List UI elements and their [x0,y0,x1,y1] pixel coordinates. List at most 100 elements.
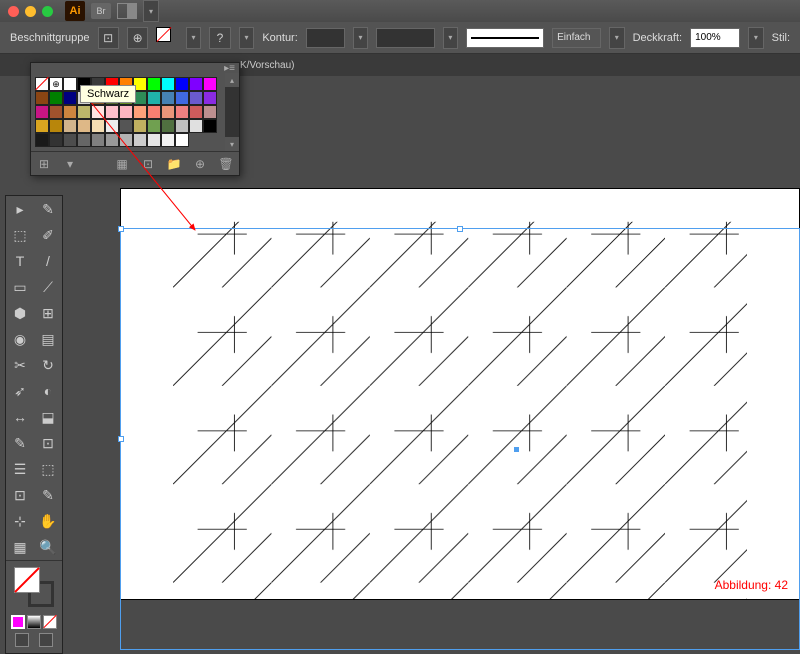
tool-button[interactable]: ⊡ [34,430,62,456]
stroke-weight-dropdown[interactable]: ▾ [353,27,369,49]
tool-button[interactable]: ✎ [34,482,62,508]
swatch[interactable] [35,119,49,133]
swatch[interactable] [91,133,105,147]
swatch-menu-icon[interactable]: ▾ [61,155,79,173]
swatch[interactable] [119,133,133,147]
swatch-scrollbar[interactable]: ▴ ▾ [225,73,239,151]
tool-button[interactable]: ⊞ [34,300,62,326]
tool-button[interactable]: ◉ [6,326,34,352]
swatch[interactable] [189,119,203,133]
color-mode-gradient[interactable] [27,615,41,629]
stroke-profile-dropdown[interactable]: ▾ [443,27,459,49]
swatch-none[interactable] [35,77,49,91]
tool-button[interactable]: ⬚ [34,456,62,482]
tool-button[interactable]: 🔍 [34,534,62,560]
swatch-kind-icon[interactable]: ▦ [113,155,131,173]
scroll-down-icon[interactable]: ▾ [225,137,239,151]
swatch[interactable] [77,119,91,133]
swatch[interactable] [189,77,203,91]
fill-dropdown[interactable]: ▾ [186,27,202,49]
swatch-library-icon[interactable]: ⊞ [35,155,53,173]
swatch[interactable] [203,119,217,133]
window-close-button[interactable] [8,6,19,17]
tool-button[interactable]: ✂ [6,352,34,378]
swatch[interactable] [203,105,217,119]
swatch[interactable] [203,91,217,105]
swatch[interactable] [161,133,175,147]
document-tab[interactable]: K/Vorschau) [240,60,294,71]
tool-button[interactable]: T [6,248,34,274]
swatch[interactable] [147,119,161,133]
swatch[interactable] [119,105,133,119]
artboard[interactable] [120,188,800,600]
swatch[interactable] [63,105,77,119]
swatch-options-icon[interactable]: ⊡ [139,155,157,173]
tool-button[interactable]: ▭ [6,274,34,300]
swatch[interactable] [161,119,175,133]
swatch[interactable] [161,77,175,91]
screen-mode-button[interactable] [39,633,53,647]
panel-menu-icon[interactable]: ▸≡ [224,63,235,73]
swatch[interactable] [35,133,49,147]
swatch[interactable] [147,133,161,147]
swatch[interactable] [77,105,91,119]
delete-swatch-icon[interactable]: 🗑 [217,155,235,173]
swatch[interactable] [35,91,49,105]
swatch[interactable] [49,105,63,119]
tool-button[interactable]: ↻ [34,352,62,378]
swatch[interactable] [189,91,203,105]
swatch[interactable] [63,77,77,91]
brush-preview[interactable] [466,28,544,48]
workspace-dropdown[interactable]: ▾ [143,0,159,22]
color-mode-solid[interactable] [11,615,25,629]
swatch[interactable] [175,105,189,119]
fill-swatch[interactable] [156,27,177,49]
screen-mode-button[interactable] [15,633,29,647]
bridge-button[interactable]: Br [91,3,111,19]
stroke-dropdown[interactable]: ▾ [239,27,255,49]
tool-button[interactable]: ⬚ [6,222,34,248]
swatch[interactable] [203,77,217,91]
swatch[interactable] [189,105,203,119]
swatch[interactable] [119,119,133,133]
tool-button[interactable]: ⊡ [6,482,34,508]
swatch[interactable] [35,105,49,119]
tool-button[interactable]: ✎ [34,196,62,222]
tool-button[interactable]: ⊹ [6,508,34,534]
brush-dropdown[interactable]: ▾ [609,27,625,49]
tool-button[interactable]: ✐ [34,222,62,248]
swatch[interactable] [105,105,119,119]
workspace-layout-button[interactable] [117,3,137,19]
swatch[interactable] [91,119,105,133]
window-maximize-button[interactable] [42,6,53,17]
swatch[interactable] [49,119,63,133]
transform-icon[interactable]: ⊡ [98,27,119,49]
swatch[interactable] [175,91,189,105]
stroke-profile-input[interactable] [376,28,434,48]
tool-button[interactable]: ▦ [6,534,34,560]
scroll-up-icon[interactable]: ▴ [225,73,239,87]
swatch[interactable] [175,133,189,147]
swatch[interactable] [147,77,161,91]
swatch[interactable] [175,119,189,133]
tool-button[interactable]: ⟋ [34,274,62,300]
swatch[interactable] [105,133,119,147]
fill-stroke-control[interactable] [14,567,54,607]
new-swatch-icon[interactable]: ⊕ [191,155,209,173]
window-minimize-button[interactable] [25,6,36,17]
swatch-registration[interactable]: ⊕ [49,77,63,91]
tool-button[interactable]: ⬓ [34,404,62,430]
opacity-input[interactable] [690,28,740,48]
swatch[interactable] [147,105,161,119]
tool-button[interactable]: / [34,248,62,274]
swatch[interactable] [175,77,189,91]
fill-color-icon[interactable] [14,567,40,593]
tool-button[interactable]: ☰ [6,456,34,482]
swatch[interactable] [133,105,147,119]
swatch[interactable] [49,91,63,105]
align-icon[interactable]: ⊕ [127,27,148,49]
swatch[interactable] [147,91,161,105]
opacity-dropdown[interactable]: ▾ [748,27,764,49]
swatch[interactable] [161,91,175,105]
tool-button[interactable]: ⬢ [6,300,34,326]
